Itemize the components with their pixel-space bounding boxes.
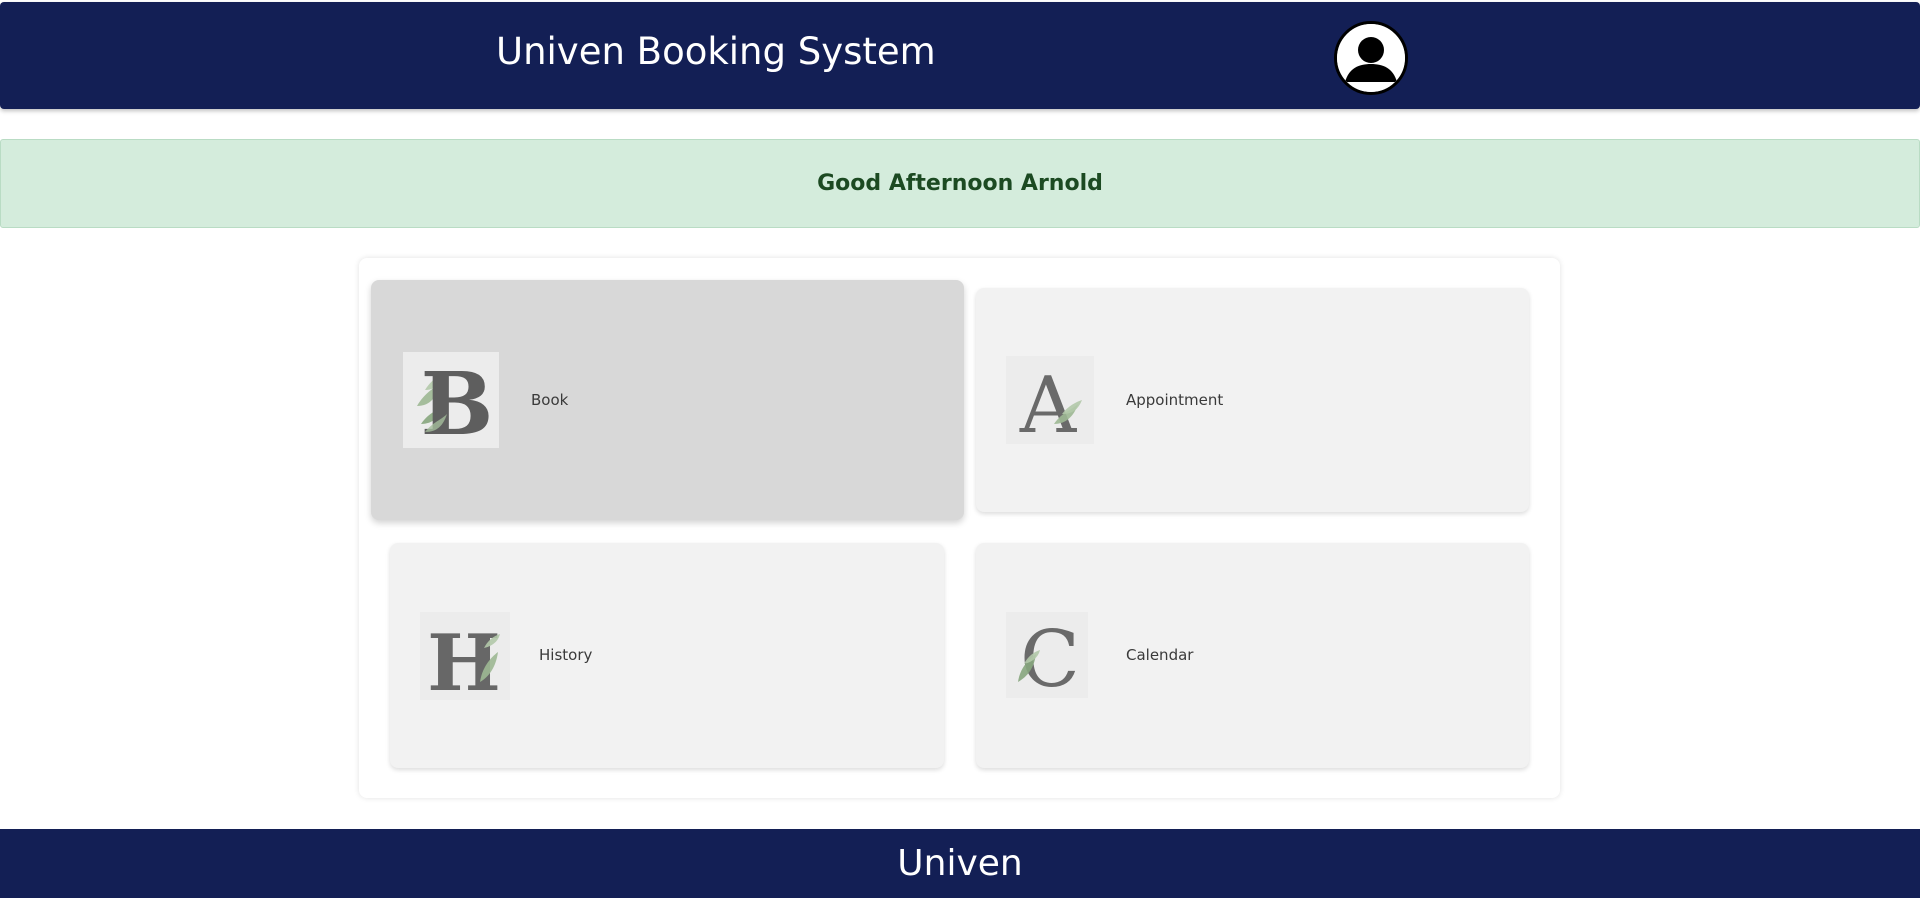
calendar-card[interactable]: C Calendar xyxy=(976,543,1529,768)
letter-b-leaf-icon: B xyxy=(403,352,499,448)
greeting-banner: Good Afternoon Arnold xyxy=(0,139,1920,228)
svg-text:B: B xyxy=(421,354,494,448)
app-footer: Univen xyxy=(0,829,1920,898)
calendar-label: Calendar xyxy=(1126,646,1194,664)
app-header: Univen Booking System xyxy=(0,2,1920,109)
history-label: History xyxy=(539,646,593,664)
letter-a-leaf-icon: A xyxy=(1006,356,1094,444)
svg-text:C: C xyxy=(1020,615,1080,698)
letter-c-leaf-icon: C xyxy=(1006,612,1088,698)
history-card[interactable]: H History xyxy=(390,543,944,768)
user-avatar-icon[interactable] xyxy=(1334,21,1408,95)
appointment-label: Appointment xyxy=(1126,391,1224,409)
letter-h-leaf-icon: H xyxy=(420,612,510,700)
svg-text:A: A xyxy=(1019,361,1078,444)
book-card[interactable]: B Book xyxy=(371,280,964,520)
book-label: Book xyxy=(531,391,569,409)
app-title: Univen Booking System xyxy=(496,30,936,73)
svg-text:H: H xyxy=(427,618,501,700)
appointment-card[interactable]: A Appointment xyxy=(976,288,1529,512)
menu-panel: B Book A Appointment H History C Calenda… xyxy=(359,258,1560,798)
